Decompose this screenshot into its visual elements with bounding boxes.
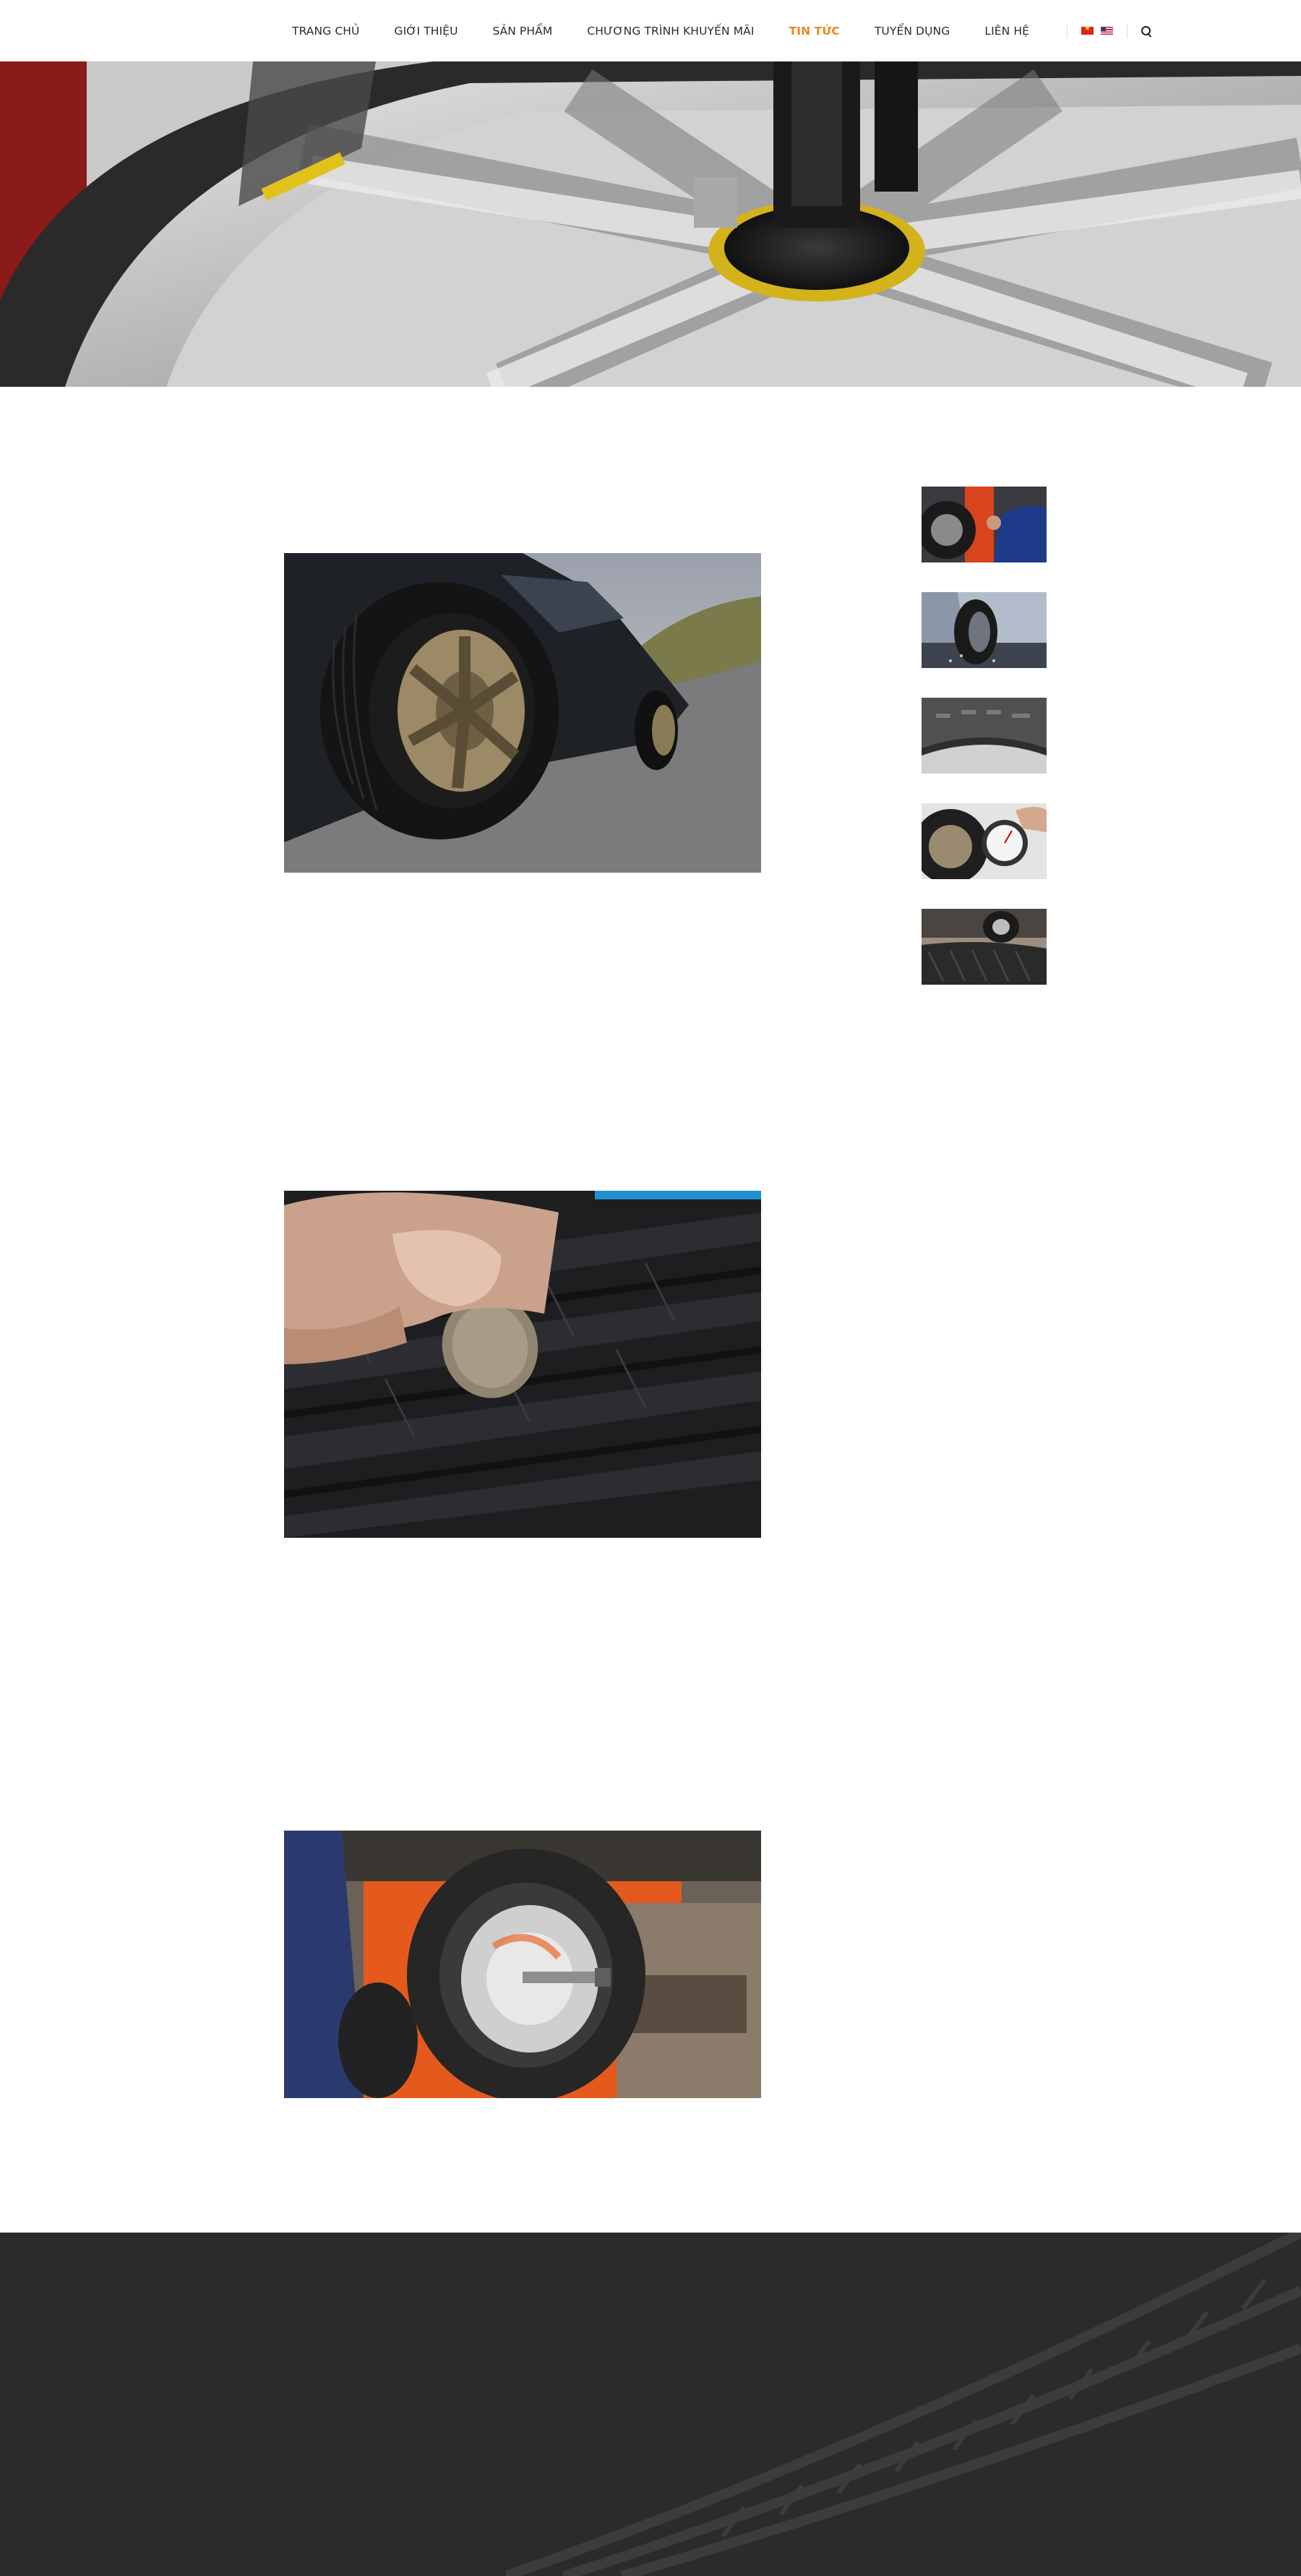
sidebar-thumbnail-tire-sidewall[interactable] [922, 698, 1047, 774]
tire-track-pattern [506, 2233, 1301, 2576]
article-image-car-tire-on-road[interactable] [284, 553, 761, 873]
sidebar-thumbnail-mechanic[interactable] [922, 487, 1047, 562]
nav-item-contact[interactable]: LIÊN HỆ [984, 25, 1029, 38]
main-navigation: TRANG CHỦ GIỚI THIỆU SẢN PHẨM CHƯƠNG TRÌ… [275, 0, 1152, 61]
english-flag-icon[interactable] [1101, 27, 1114, 35]
nav-item-home[interactable]: TRANG CHỦ [292, 25, 359, 38]
nav-item-careers[interactable]: TUYỂN DỤNG [875, 25, 950, 38]
nav-item-promotions[interactable]: CHƯƠNG TRÌNH KHUYẾN MÃI [587, 25, 754, 38]
sidebar-thumbnail-workshop-tire[interactable] [922, 909, 1047, 985]
search-icon[interactable] [1141, 25, 1152, 37]
site-footer [0, 2233, 1301, 2576]
nav-divider [1067, 23, 1068, 38]
vietnamese-flag-icon[interactable] [1081, 25, 1094, 35]
hero-banner-image [0, 61, 1301, 387]
nav-item-news[interactable]: TIN TỨC [789, 25, 840, 38]
sidebar-thumbnail-pressure-gauge[interactable] [922, 803, 1047, 879]
nav-divider [1127, 23, 1128, 38]
article-image-coin-in-tread[interactable] [284, 1191, 761, 1538]
nav-item-about[interactable]: GIỚI THIỆU [394, 25, 458, 38]
nav-item-products[interactable]: SẢN PHẨM [493, 25, 553, 38]
article-image-wheel-balancing[interactable] [284, 1831, 761, 2098]
sidebar-thumbnail-wet-road[interactable] [922, 592, 1047, 668]
site-header: TRANG CHỦ GIỚI THIỆU SẢN PHẨM CHƯƠNG TRÌ… [0, 0, 1301, 61]
